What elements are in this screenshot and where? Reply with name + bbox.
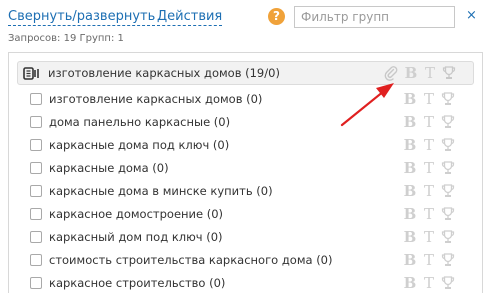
bold-b-icon[interactable]: B (403, 206, 417, 222)
text-t-icon[interactable]: T (422, 183, 436, 199)
row-label: каркасные дома (0) (49, 161, 169, 175)
row-label: изготовление каркасных домов (0) (49, 92, 263, 106)
row-checkbox[interactable] (30, 139, 42, 151)
text-t-icon[interactable]: T (422, 252, 436, 268)
row-label: каркасные дома в минске купить (0) (49, 184, 273, 198)
text-t-icon[interactable]: T (422, 229, 436, 245)
row-label: стоимость строительства каркасного дома … (49, 253, 333, 267)
group-folder-icon[interactable] (23, 66, 41, 81)
list-item: каркасное домостроение (0) B T (9, 203, 482, 225)
row-checkbox[interactable] (30, 116, 42, 128)
row-checkbox[interactable] (30, 162, 42, 174)
paperclip-icon[interactable] (384, 65, 398, 81)
text-t-icon[interactable]: T (422, 91, 436, 107)
list-item: изготовление каркасных домов (0) B T (9, 88, 482, 110)
list-item: каркасные дома (0) B T (9, 157, 482, 179)
row-label: каркасные дома под ключ (0) (49, 138, 230, 152)
trophy-icon[interactable] (441, 206, 455, 222)
stats-line: Запросов: 19 Групп: 1 (8, 33, 124, 44)
trophy-icon[interactable] (441, 183, 455, 199)
help-icon[interactable]: ? (268, 8, 285, 25)
clear-filter-icon[interactable]: × (466, 8, 477, 24)
row-checkbox[interactable] (30, 185, 42, 197)
bold-b-icon[interactable]: B (403, 114, 417, 130)
row-checkbox[interactable] (30, 277, 42, 289)
trophy-icon[interactable] (441, 160, 455, 176)
actions-link[interactable]: Действия (157, 9, 223, 26)
text-t-icon[interactable]: T (423, 65, 437, 81)
text-t-icon[interactable]: T (422, 206, 436, 222)
bold-b-icon[interactable]: B (403, 275, 417, 291)
group-header[interactable]: изготовление каркасных домов (19/0) B T (17, 61, 474, 85)
trophy-icon[interactable] (441, 91, 455, 107)
list-item: каркасный дом под ключ (0) B T (9, 226, 482, 248)
row-label: каркасное домостроение (0) (49, 207, 224, 221)
bold-b-icon[interactable]: B (404, 65, 418, 81)
bold-b-icon[interactable]: B (403, 160, 417, 176)
bold-b-icon[interactable]: B (403, 252, 417, 268)
row-checkbox[interactable] (30, 208, 42, 220)
group-filter-input[interactable] (294, 6, 455, 28)
toolbar: Свернуть/развернуть Действия ? × (0, 0, 491, 34)
text-t-icon[interactable]: T (422, 275, 436, 291)
trophy-icon[interactable] (442, 65, 456, 81)
collapse-expand-link[interactable]: Свернуть/развернуть (8, 9, 156, 26)
list-item: стоимость строительства каркасного дома … (9, 249, 482, 271)
bold-b-icon[interactable]: B (403, 91, 417, 107)
list-item: каркасные дома под ключ (0) B T (9, 134, 482, 156)
list-item: каркасное строительство (0) B T (9, 272, 482, 293)
trophy-icon[interactable] (441, 252, 455, 268)
list-item: дома панельно каркасные (0) B T (9, 111, 482, 133)
trophy-icon[interactable] (441, 275, 455, 291)
bold-b-icon[interactable]: B (403, 229, 417, 245)
row-label: каркасный дом под ключ (0) (49, 230, 223, 244)
trophy-icon[interactable] (441, 137, 455, 153)
text-t-icon[interactable]: T (422, 114, 436, 130)
trophy-icon[interactable] (441, 229, 455, 245)
row-checkbox[interactable] (30, 254, 42, 266)
row-checkbox[interactable] (30, 231, 42, 243)
row-label: каркасное строительство (0) (49, 276, 226, 290)
trophy-icon[interactable] (441, 114, 455, 130)
bold-b-icon[interactable]: B (403, 183, 417, 199)
list-item: каркасные дома в минске купить (0) B T (9, 180, 482, 202)
bold-b-icon[interactable]: B (403, 137, 417, 153)
text-t-icon[interactable]: T (422, 160, 436, 176)
group-title: изготовление каркасных домов (19/0) (48, 66, 280, 80)
groups-panel: изготовление каркасных домов (19/0) B T … (8, 52, 483, 293)
row-checkbox[interactable] (30, 93, 42, 105)
row-label: дома панельно каркасные (0) (49, 115, 231, 129)
text-t-icon[interactable]: T (422, 137, 436, 153)
